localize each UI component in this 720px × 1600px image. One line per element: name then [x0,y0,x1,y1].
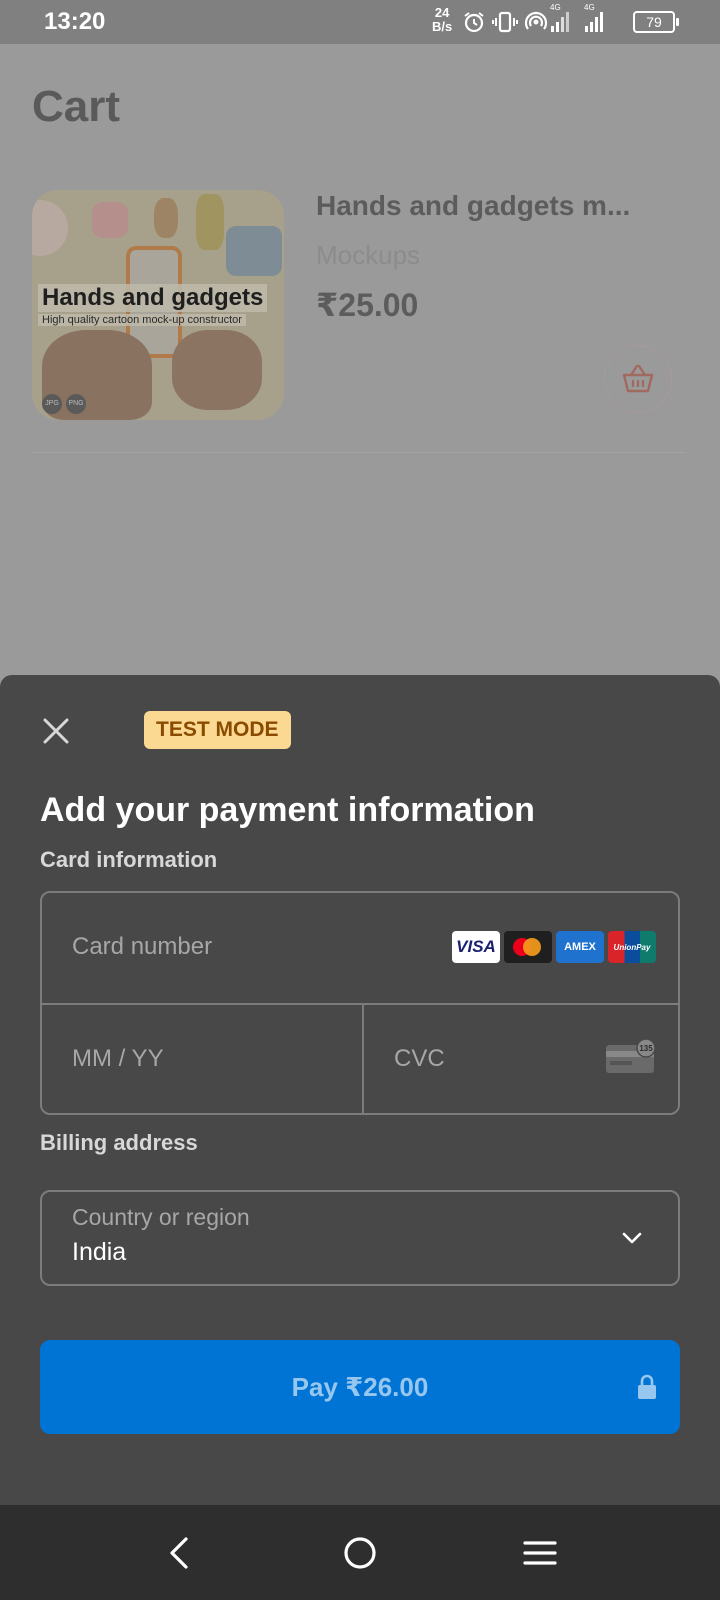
product-price: ₹25.00 [316,287,419,323]
field-divider [362,1003,364,1115]
navigation-bar [0,1505,720,1600]
back-icon[interactable] [160,1533,200,1573]
product-category: Mockups [316,240,421,270]
remove-from-cart-button[interactable] [604,345,672,413]
item-divider [32,452,686,453]
basket-icon [622,364,654,393]
close-icon[interactable] [40,715,72,747]
cvc-card-icon: 135 [606,1039,656,1073]
signal-icon [585,12,603,32]
alarm-icon [464,12,484,33]
page-title: Cart [32,82,121,131]
hand-shape [172,330,262,410]
battery-level: 79 [646,14,662,30]
status-time: 13:20 [44,8,106,35]
mastercard-icon [504,931,552,963]
status-bar: 13:20 24 B/s 4G 4G 79 [0,0,720,44]
billing-address-label: Billing address [40,1130,198,1155]
ball-shape [32,200,68,256]
vibrate-icon [492,11,518,33]
country-select[interactable]: Country or region India [40,1190,680,1286]
card-information-label: Card information [40,847,218,872]
card-brands: VISA AMEX UnionPay [452,931,656,963]
format-badge-jpg: JPG [42,394,62,414]
network-speed-value: 24 [434,5,450,20]
cart-item[interactable]: Hands and gadgets High quality cartoon m… [32,190,684,452]
network-speed: 24 B/s [432,6,452,34]
product-name[interactable]: Hands and gadgets m... [316,190,630,222]
menu-icon[interactable] [520,1533,560,1573]
network-speed-unit: B/s [432,19,453,34]
card-number-input[interactable]: Card number [72,933,212,961]
chevron-down-icon [622,1232,642,1244]
pay-button-label: Pay ₹26.00 [291,1371,429,1402]
figure-shape [154,198,178,238]
gadget-shape [226,226,282,276]
country-label: Country or region [72,1204,250,1230]
amex-icon: AMEX [556,931,604,963]
cvc-icon-text: 135 [639,1044,653,1053]
bottle-shape [196,194,224,250]
signal-icon [551,12,569,32]
format-badge-png: PNG [66,394,86,414]
cvc-input[interactable]: CVC [394,1045,445,1073]
battery-icon: 79 [633,11,679,33]
payment-sheet: TEST MODE Add your payment information C… [0,675,720,1505]
card-form: Card number VISA AMEX UnionPay MM / YY C… [40,891,680,1115]
country-value: India [72,1238,127,1266]
thumbnail-subline: High quality cartoon mock-up constructor [38,314,246,326]
pay-button[interactable]: Pay ₹26.00 [40,1340,680,1434]
field-divider [42,1003,678,1005]
unionpay-icon: UnionPay [608,931,656,963]
product-thumbnail[interactable]: Hands and gadgets High quality cartoon m… [32,190,284,420]
hotspot-icon [524,11,548,30]
sheet-title: Add your payment information [40,791,535,829]
home-icon[interactable] [340,1533,380,1573]
expiry-input[interactable]: MM / YY [72,1045,164,1073]
thumbnail-headline: Hands and gadgets [38,284,268,312]
star-shape [92,202,128,238]
lock-icon [638,1374,656,1399]
test-mode-badge: TEST MODE [144,711,291,749]
visa-icon: VISA [452,931,500,963]
